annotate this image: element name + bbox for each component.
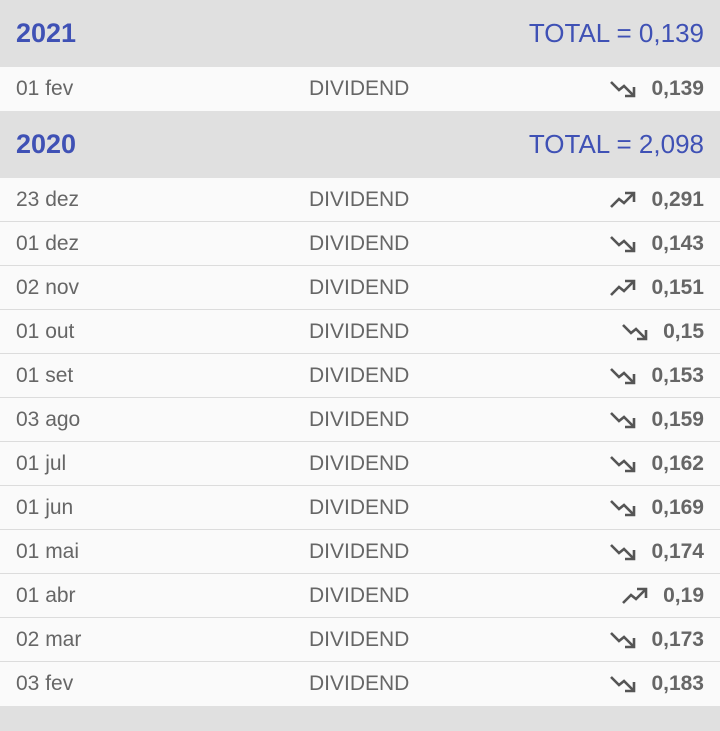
- year-total: TOTAL = 2,098: [528, 129, 704, 159]
- list-item[interactable]: 01 jul DIVIDEND 0,162: [0, 442, 720, 486]
- list-item[interactable]: 01 mai DIVIDEND 0,174: [0, 530, 720, 574]
- dividend-date: 01 abr: [16, 584, 76, 607]
- dividend-value: 0,15: [663, 320, 704, 343]
- trending-down-icon: [609, 365, 639, 387]
- dividend-date: 01 out: [16, 320, 75, 343]
- dividend-value: 0,151: [651, 276, 704, 299]
- list-item[interactable]: 03 ago DIVIDEND 0,159: [0, 398, 720, 442]
- dividend-date: 01 set: [16, 364, 74, 387]
- year-label: 2021: [16, 18, 77, 48]
- dividend-date: 01 mai: [16, 540, 80, 563]
- dividend-value: 0,183: [651, 672, 704, 695]
- list-item[interactable]: 03 fev DIVIDEND 0,183: [0, 662, 720, 706]
- dividend-value: 0,143: [651, 232, 704, 255]
- dividend-type: DIVIDEND: [309, 320, 410, 343]
- dividend-type: DIVIDEND: [309, 77, 410, 100]
- dividend-list: 2021 TOTAL = 0,139 01 fev DIVIDEND 0,139…: [0, 0, 720, 706]
- trending-down-icon: [609, 409, 639, 431]
- dividend-value: 0,139: [651, 77, 704, 100]
- trending-down-icon: [609, 233, 639, 255]
- list-item[interactable]: 01 out DIVIDEND 0,15: [0, 310, 720, 354]
- dividend-date: 01 dez: [16, 232, 80, 255]
- dividend-type: DIVIDEND: [309, 188, 410, 211]
- dividend-type: DIVIDEND: [309, 232, 410, 255]
- trending-down-icon: [609, 541, 639, 563]
- dividend-date: 02 mar: [16, 628, 82, 651]
- dividend-type: DIVIDEND: [309, 672, 410, 695]
- dividend-type: DIVIDEND: [309, 452, 410, 475]
- trending-down-icon: [621, 321, 651, 343]
- dividend-type: DIVIDEND: [309, 496, 410, 519]
- dividend-date: 02 nov: [16, 276, 80, 299]
- trending-up-icon: [609, 189, 639, 211]
- year-header-2020: 2020 TOTAL = 2,098: [0, 111, 720, 178]
- list-item[interactable]: 01 dez DIVIDEND 0,143: [0, 222, 720, 266]
- dividend-value: 0,162: [651, 452, 704, 475]
- year-label: 2020: [16, 129, 77, 159]
- list-item[interactable]: 01 jun DIVIDEND 0,169: [0, 486, 720, 530]
- dividend-type: DIVIDEND: [309, 628, 410, 651]
- dividend-type: DIVIDEND: [309, 364, 410, 387]
- year-total: TOTAL = 0,139: [528, 18, 704, 48]
- dividend-value: 0,153: [651, 364, 704, 387]
- dividend-value: 0,291: [651, 188, 704, 211]
- trending-down-icon: [609, 673, 639, 695]
- dividend-value: 0,174: [651, 540, 704, 563]
- dividend-date: 01 jul: [16, 452, 67, 475]
- trending-down-icon: [609, 78, 639, 100]
- dividend-date: 03 ago: [16, 408, 81, 431]
- trending-up-icon: [621, 585, 651, 607]
- trending-down-icon: [609, 629, 639, 651]
- list-item[interactable]: 23 dez DIVIDEND 0,291: [0, 178, 720, 222]
- dividend-type: DIVIDEND: [309, 408, 410, 431]
- list-item[interactable]: 02 nov DIVIDEND 0,151: [0, 266, 720, 310]
- year-header-2021: 2021 TOTAL = 0,139: [0, 0, 720, 67]
- list-item[interactable]: 01 set DIVIDEND 0,153: [0, 354, 720, 398]
- dividend-date: 01 fev: [16, 77, 74, 100]
- dividend-value: 0,173: [651, 628, 704, 651]
- dividend-type: DIVIDEND: [309, 584, 410, 607]
- dividend-value: 0,19: [663, 584, 704, 607]
- list-item[interactable]: 02 mar DIVIDEND 0,173: [0, 618, 720, 662]
- dividend-date: 23 dez: [16, 188, 80, 211]
- trending-up-icon: [609, 277, 639, 299]
- trending-down-icon: [609, 497, 639, 519]
- dividend-date: 01 jun: [16, 496, 74, 519]
- trending-down-icon: [609, 453, 639, 475]
- dividend-type: DIVIDEND: [309, 276, 410, 299]
- dividend-value: 0,169: [651, 496, 704, 519]
- list-item[interactable]: 01 abr DIVIDEND 0,19: [0, 574, 720, 618]
- dividend-value: 0,159: [651, 408, 704, 431]
- list-item[interactable]: 01 fev DIVIDEND 0,139: [0, 67, 720, 111]
- dividend-type: DIVIDEND: [309, 540, 410, 563]
- dividend-date: 03 fev: [16, 672, 74, 695]
